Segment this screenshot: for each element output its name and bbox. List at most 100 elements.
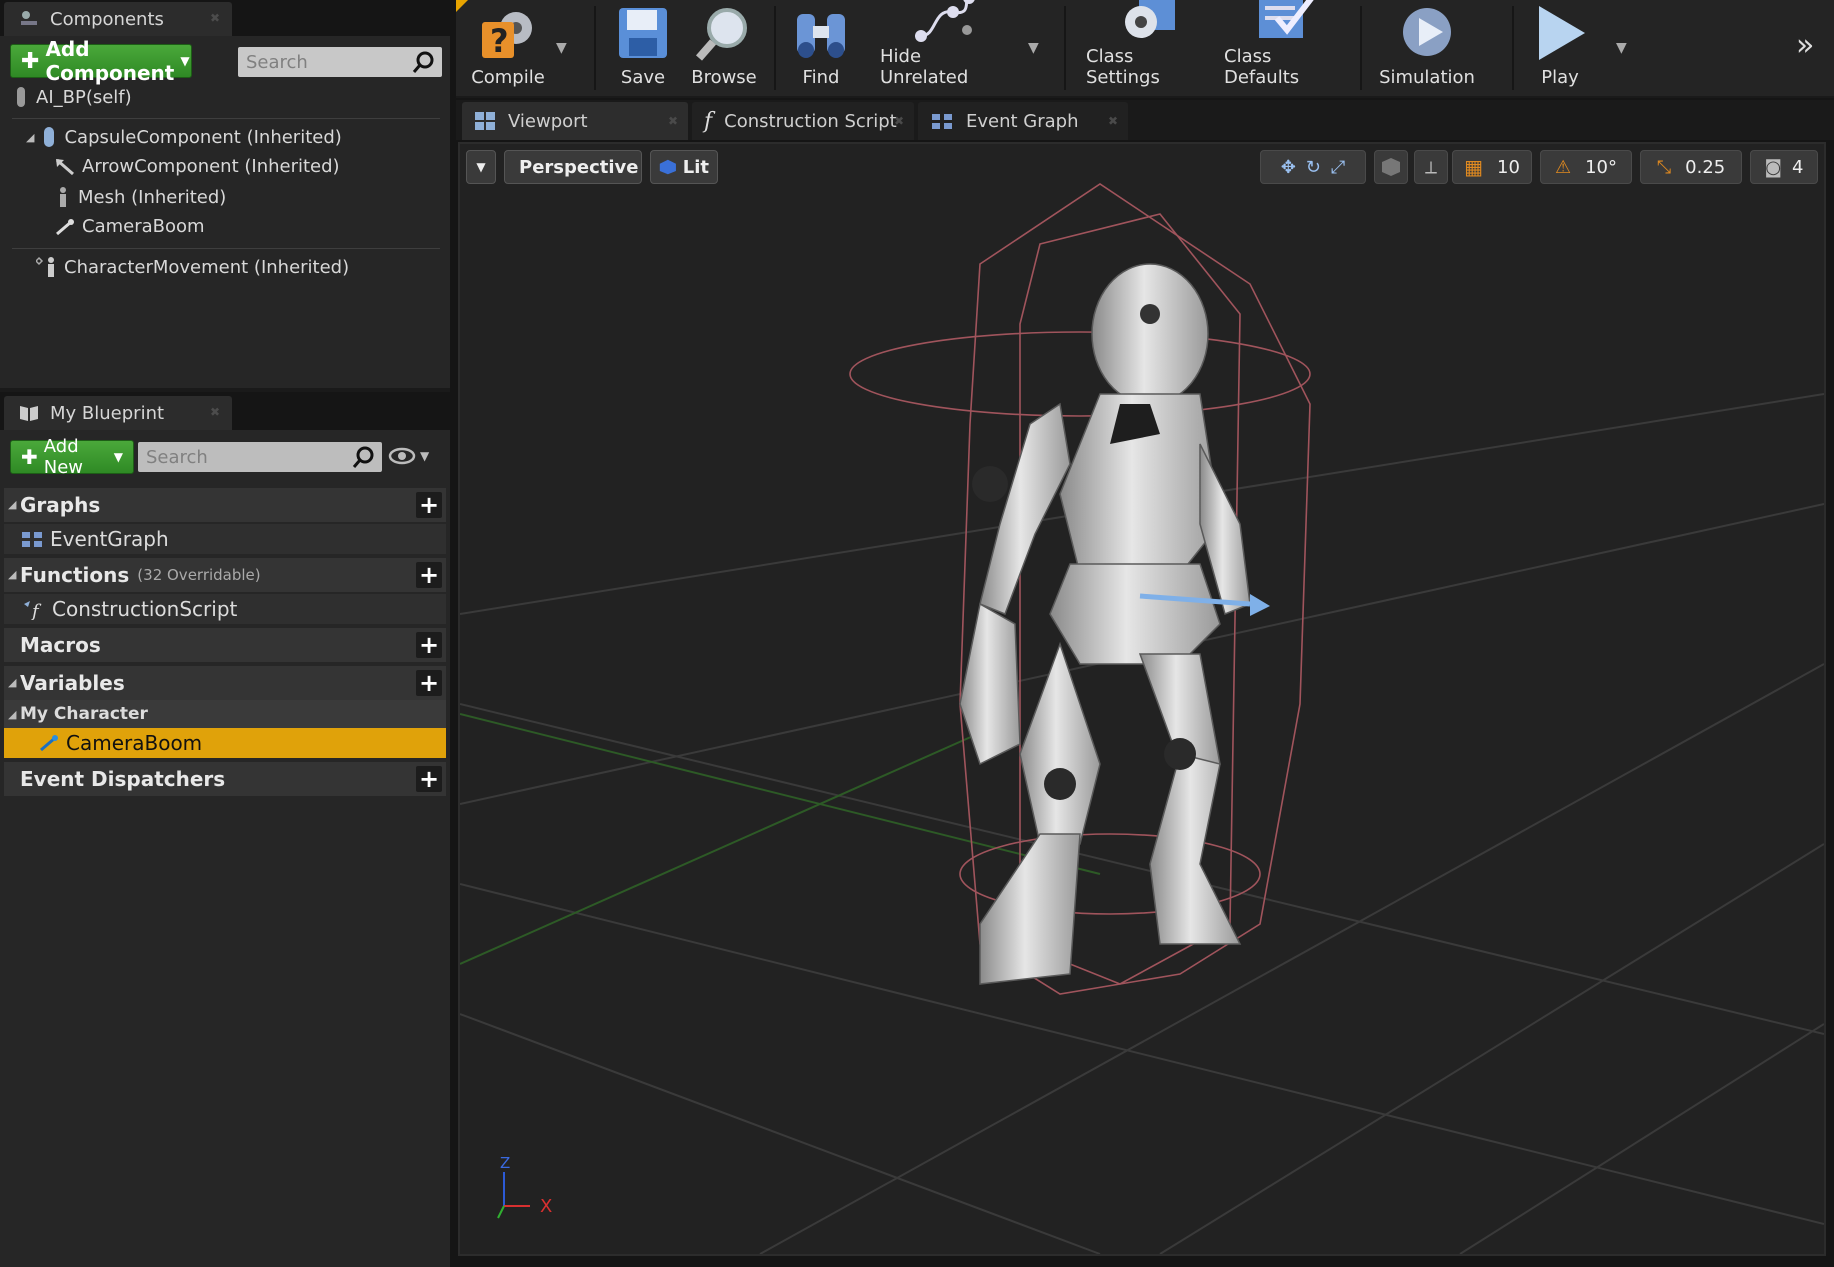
tab-construction-script[interactable]: f Construction Script ✖	[692, 102, 914, 140]
section-macros[interactable]: Macros +	[4, 628, 446, 662]
editor-tabbar: Viewport ✖ f Construction Script ✖ Event…	[456, 100, 1834, 140]
tree-item-arrow[interactable]: ArrowComponent (Inherited)	[54, 156, 340, 177]
svg-text:?: ?	[490, 22, 509, 60]
add-new-button[interactable]: ✚ Add New ▼	[10, 436, 134, 478]
perspective-button[interactable]: Perspective	[504, 150, 642, 184]
expand-triangle-icon: ◢	[26, 130, 35, 144]
lit-button[interactable]: Lit	[650, 150, 718, 184]
close-icon[interactable]: ✖	[210, 11, 220, 25]
section-event-dispatchers[interactable]: Event Dispatchers +	[4, 762, 446, 796]
viewport[interactable]: Z X ▼ Perspective Lit ✥ ↻ ⤢ ⟂ ▦ 10 ⚠ 10°…	[458, 142, 1826, 1256]
hide-unrelated-button[interactable]: Hide Unrelated	[880, 0, 1010, 96]
compile-button[interactable]: ? Compile	[462, 0, 554, 96]
play-options-dropdown[interactable]: ▼	[1616, 40, 1627, 56]
surface-snap-icon: ⟂	[1424, 156, 1437, 178]
hide-unrelated-label: Hide Unrelated	[880, 46, 969, 88]
add-event-dispatcher-button[interactable]: +	[416, 765, 442, 793]
view-options-button[interactable]: ▼	[388, 446, 429, 466]
chevron-down-icon: ▼	[476, 160, 486, 174]
surface-snapping-button[interactable]: ⟂	[1414, 150, 1448, 184]
tree-item-label: CharacterMovement (Inherited)	[64, 256, 350, 278]
blueprint-search-input[interactable]: Search	[138, 442, 382, 472]
tree-item-mesh[interactable]: Mesh (Inherited)	[54, 186, 226, 208]
camera-icon: ◙	[1764, 156, 1782, 178]
class-settings-button[interactable]: Class Settings	[1086, 0, 1212, 96]
search-placeholder: Search	[146, 446, 208, 468]
compile-options-dropdown[interactable]: ▼	[556, 40, 567, 56]
my-blueprint-panel: My Blueprint ✖ ✚ Add New ▼ Search ▼ ◢ Gr…	[0, 392, 450, 1267]
compile-icon: ?	[476, 1, 540, 65]
section-functions[interactable]: ◢ Functions (32 Overridable) +	[4, 558, 446, 592]
rotation-snap-value: 10°	[1585, 156, 1618, 178]
close-icon[interactable]: ✖	[894, 114, 904, 128]
list-item-constructionscript[interactable]: f ConstructionScript	[4, 594, 446, 624]
event-graph-icon	[22, 532, 42, 547]
components-panel: Components ✖ ✚ Add Component ▼ Search AI…	[0, 0, 450, 388]
close-icon[interactable]: ✖	[210, 405, 220, 419]
add-variable-button[interactable]: +	[416, 669, 442, 697]
components-icon	[21, 11, 37, 25]
tab-my-blueprint[interactable]: My Blueprint ✖	[4, 396, 232, 430]
lit-label: Lit	[682, 156, 709, 178]
simulation-button[interactable]: Simulation	[1379, 0, 1475, 96]
close-icon[interactable]: ✖	[668, 114, 678, 128]
add-macro-button[interactable]: +	[416, 631, 442, 659]
tab-viewport[interactable]: Viewport ✖	[462, 102, 688, 140]
scale-icon[interactable]: ⤢	[1331, 157, 1345, 178]
tree-item-cameraboom[interactable]: CameraBoom	[54, 216, 205, 237]
close-icon[interactable]: ✖	[1108, 114, 1118, 128]
rotate-icon[interactable]: ↻	[1306, 157, 1321, 178]
grid-snap-control[interactable]: ▦ 10	[1452, 150, 1532, 184]
left-column: Components ✖ ✚ Add Component ▼ Search AI…	[0, 0, 450, 1267]
lit-icon	[659, 159, 676, 175]
class-settings-icon	[1117, 0, 1181, 44]
toolbar-overflow-icon[interactable]: »	[1796, 28, 1814, 63]
viewport-options-button[interactable]: ▼	[466, 150, 496, 184]
tree-item-label: ArrowComponent (Inherited)	[82, 156, 340, 177]
chevron-down-icon: ▼	[113, 450, 123, 464]
section-label: Macros	[20, 633, 101, 657]
section-label: Event Dispatchers	[20, 767, 226, 791]
add-component-button[interactable]: ✚ Add Component ▼	[10, 37, 192, 85]
character-movement-icon	[36, 256, 54, 277]
plus-icon: ✚	[21, 48, 40, 74]
translate-icon[interactable]: ✥	[1281, 157, 1296, 178]
add-function-button[interactable]: +	[416, 561, 442, 589]
category-my-character[interactable]: ◢ My Character	[4, 700, 446, 728]
self-label: AI_BP(self)	[36, 86, 132, 108]
class-defaults-button[interactable]: Class Defaults	[1224, 0, 1348, 96]
tab-event-graph[interactable]: Event Graph ✖	[918, 102, 1128, 140]
variable-cameraboom[interactable]: CameraBoom	[4, 728, 446, 758]
axis-z-label: Z	[500, 1154, 511, 1172]
browse-label: Browse	[691, 67, 757, 88]
self-row[interactable]: AI_BP(self)	[12, 86, 132, 108]
tab-components[interactable]: Components ✖	[4, 2, 232, 36]
scale-snap-control[interactable]: ⤡ 0.25	[1640, 150, 1742, 184]
toolbar-separator	[1512, 6, 1514, 90]
rotation-snap-control[interactable]: ⚠ 10°	[1540, 150, 1632, 184]
section-variables[interactable]: ◢ Variables +	[4, 666, 446, 700]
tree-item-capsule[interactable]: ◢ CapsuleComponent (Inherited)	[26, 126, 342, 148]
section-label: Functions	[20, 563, 130, 587]
find-button[interactable]: Find	[786, 0, 856, 96]
coordinate-space-button[interactable]	[1374, 150, 1408, 184]
tree-item-charactermovement[interactable]: CharacterMovement (Inherited)	[36, 256, 349, 278]
camera-speed-control[interactable]: ◙ 4	[1750, 150, 1818, 184]
components-tab-label: Components	[50, 8, 164, 30]
grid-icon: ▦	[1464, 155, 1483, 179]
tab-label: Viewport	[508, 110, 588, 132]
camera-speed-value: 4	[1792, 156, 1804, 178]
add-graph-button[interactable]: +	[416, 491, 442, 519]
save-button[interactable]: Save	[606, 0, 680, 96]
class-settings-label: Class Settings	[1086, 46, 1160, 88]
components-search-input[interactable]: Search	[238, 47, 442, 77]
browse-button[interactable]: Browse	[682, 0, 766, 96]
section-graphs[interactable]: ◢ Graphs +	[4, 488, 446, 522]
list-item-eventgraph[interactable]: EventGraph	[4, 524, 446, 554]
hide-unrelated-dropdown[interactable]: ▼	[1028, 40, 1039, 56]
category-label: My Character	[20, 704, 148, 724]
arrow-component-icon	[56, 158, 74, 175]
scale-snap-icon: ⤡	[1656, 156, 1672, 178]
find-label: Find	[802, 67, 840, 88]
play-button[interactable]: Play	[1518, 0, 1602, 96]
